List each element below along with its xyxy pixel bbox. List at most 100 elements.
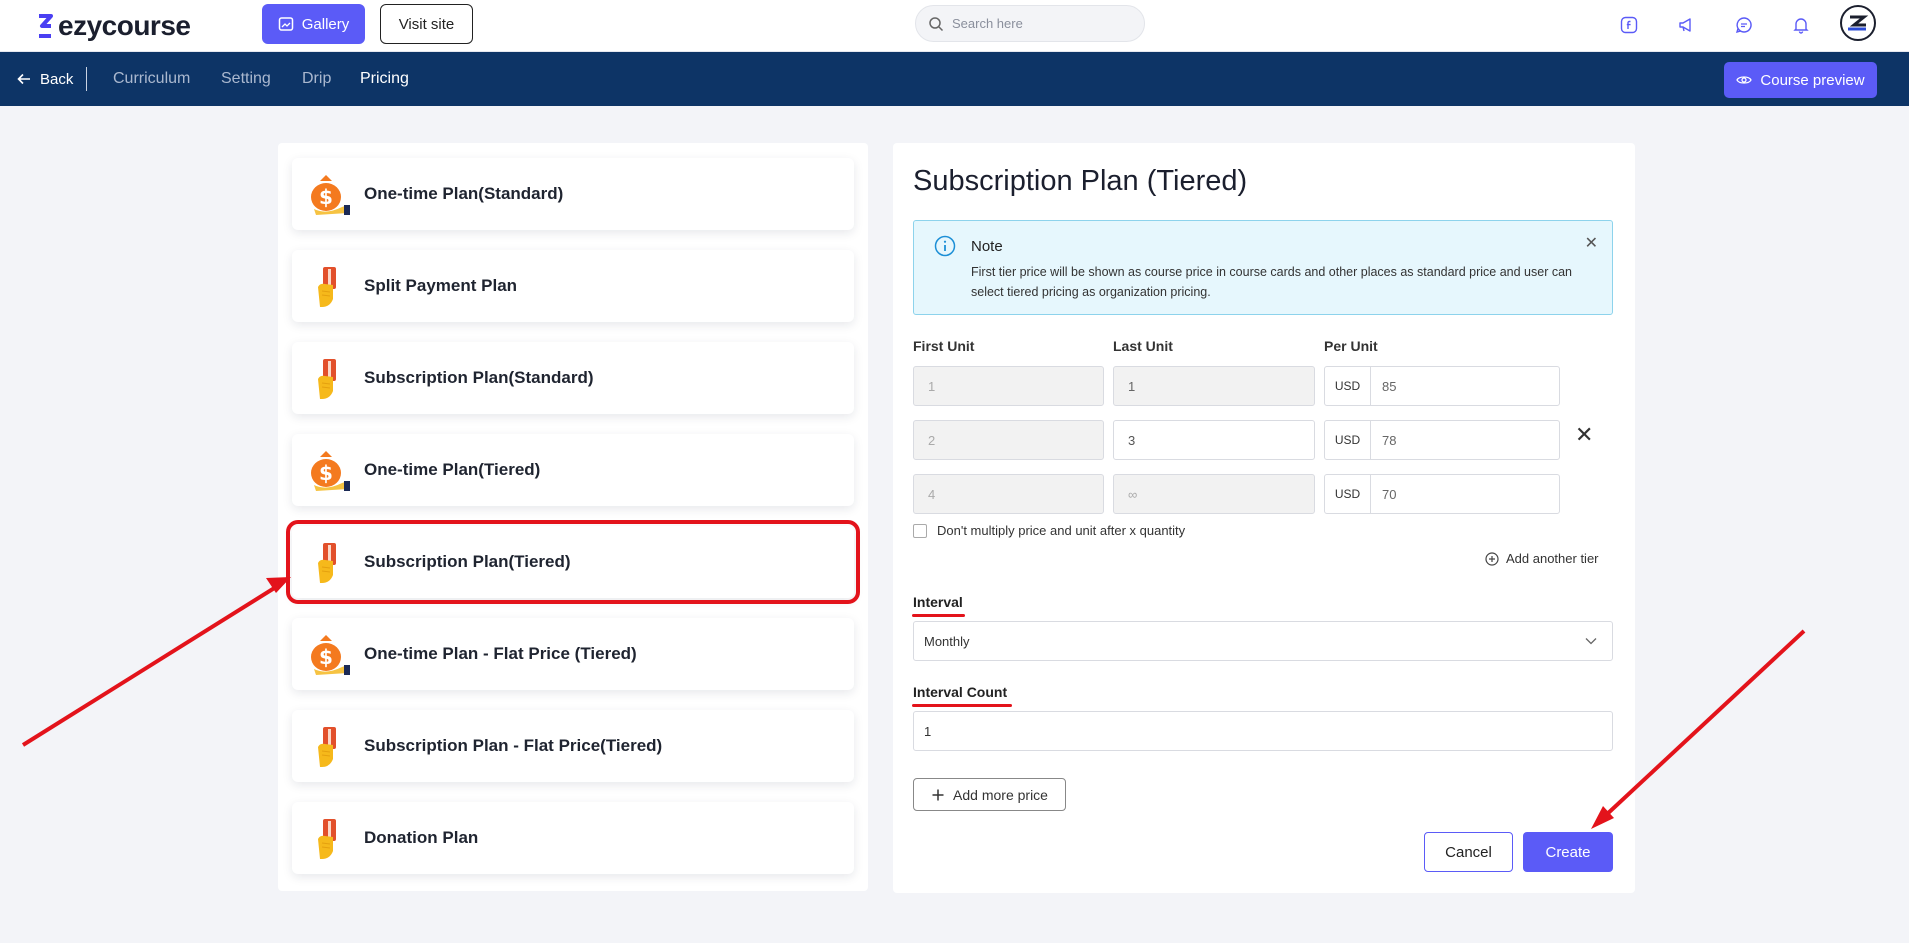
tier-last-unit-field[interactable]: 3	[1113, 420, 1315, 460]
close-icon[interactable]: ✕	[1585, 233, 1598, 253]
interval-count-label: Interval Count	[913, 684, 1008, 700]
avatar[interactable]	[1840, 5, 1876, 41]
plus-circle-icon	[1485, 551, 1499, 566]
add-more-price-button[interactable]: Add more price	[913, 778, 1066, 811]
tier-last-unit-field: ∞	[1113, 474, 1315, 514]
plan-card-one-time-flat-tiered[interactable]: $ One-time Plan - Flat Price (Tiered)	[292, 618, 854, 690]
money-bag-icon: $	[304, 445, 354, 495]
svg-text:$: $	[319, 461, 333, 485]
back-button[interactable]: Back	[16, 52, 73, 106]
price-value[interactable]: 85	[1371, 367, 1559, 405]
interval-underline-annotation	[912, 614, 965, 617]
visit-site-button[interactable]: Visit site	[380, 4, 473, 44]
tier-last-unit-field: 1	[1113, 366, 1315, 406]
course-preview-button[interactable]: Course preview	[1724, 62, 1877, 98]
chevron-down-icon	[1585, 638, 1597, 645]
plan-card-one-time-standard[interactable]: $ One-time Plan(Standard)	[292, 158, 854, 230]
plan-label: Split Payment Plan	[364, 276, 518, 295]
plan-label: Subscription Plan(Tiered)	[364, 552, 571, 571]
last-unit-header: Last Unit	[1113, 338, 1173, 354]
plan-type-list: $ One-time Plan(Standard) Split Payment …	[278, 143, 868, 891]
arrow-left-icon	[17, 73, 30, 85]
price-value[interactable]: 78	[1371, 421, 1559, 459]
create-button[interactable]: Create	[1523, 832, 1613, 872]
interval-label: Interval	[913, 594, 963, 610]
chat-icon[interactable]	[1729, 10, 1759, 40]
plan-card-split-payment[interactable]: Split Payment Plan	[292, 250, 854, 322]
money-bag-icon: $	[304, 629, 354, 679]
no-multiply-option[interactable]: Don't multiply price and unit after x qu…	[913, 523, 1185, 538]
course-nav-bar: Back Curriculum Setting Drip Pricing Cou…	[0, 52, 1909, 106]
svg-text:$: $	[319, 185, 333, 209]
plan-label: One-time Plan - Flat Price (Tiered)	[364, 644, 637, 663]
plan-card-one-time-tiered[interactable]: $ One-time Plan(Tiered)	[292, 434, 854, 506]
interval-count-underline-annotation	[912, 704, 1012, 707]
add-more-price-label: Add more price	[953, 786, 1048, 803]
top-bar: ezycourse Gallery Visit site	[0, 0, 1909, 52]
no-multiply-checkbox[interactable]	[913, 523, 927, 538]
currency-label: USD	[1325, 421, 1371, 459]
tier-first-unit-field: 4	[913, 474, 1104, 514]
course-preview-label: Course preview	[1760, 71, 1865, 89]
note-text: First tier price will be shown as course…	[971, 265, 1572, 299]
no-multiply-label: Don't multiply price and unit after x qu…	[937, 523, 1186, 538]
per-unit-header: Per Unit	[1324, 338, 1378, 354]
tier-price-field[interactable]: USD 70	[1324, 474, 1560, 514]
megaphone-icon[interactable]	[1671, 10, 1701, 40]
logo-mark-icon	[39, 14, 53, 38]
ezycourse-logo[interactable]: ezycourse	[36, 8, 191, 44]
search-input[interactable]	[952, 16, 1122, 31]
tab-setting[interactable]: Setting	[221, 52, 271, 106]
plan-card-subscription-standard[interactable]: Subscription Plan(Standard)	[292, 342, 854, 414]
tier-price-field[interactable]: USD 78	[1324, 420, 1560, 460]
gallery-button[interactable]: Gallery	[262, 4, 365, 44]
form-title: Subscription Plan (Tiered)	[913, 165, 1248, 197]
logo-text: ezycourse	[58, 10, 191, 41]
card-hand-icon	[304, 721, 354, 771]
gallery-icon	[278, 17, 293, 31]
price-value[interactable]: 70	[1371, 475, 1559, 513]
plan-card-subscription-flat-tiered[interactable]: Subscription Plan - Flat Price(Tiered)	[292, 710, 854, 782]
nav-divider	[86, 67, 87, 91]
plan-card-donation[interactable]: Donation Plan	[292, 802, 854, 874]
currency-label: USD	[1325, 367, 1371, 405]
plan-form: Subscription Plan (Tiered) Note First ti…	[893, 143, 1635, 893]
search-box[interactable]	[915, 5, 1145, 42]
interval-select[interactable]: Monthly	[913, 621, 1613, 661]
cancel-button[interactable]: Cancel	[1424, 832, 1513, 872]
currency-label: USD	[1325, 475, 1371, 513]
plan-card-subscription-tiered[interactable]: Subscription Plan(Tiered)	[286, 520, 860, 604]
add-tier-label: Add another tier	[1506, 551, 1599, 566]
plan-label: Subscription Plan - Flat Price(Tiered)	[364, 736, 663, 755]
note-alert: Note First tier price will be shown as c…	[913, 220, 1613, 315]
info-icon	[934, 235, 956, 257]
search-icon	[929, 16, 944, 31]
tab-pricing[interactable]: Pricing	[360, 52, 409, 106]
eye-icon	[1736, 76, 1753, 84]
plan-label: Donation Plan	[364, 828, 479, 847]
tier-first-unit-field: 1	[913, 366, 1104, 406]
card-hand-icon	[304, 537, 354, 587]
card-hand-icon	[304, 353, 354, 403]
interval-count-field[interactable]: 1	[913, 711, 1613, 751]
card-hand-icon	[304, 261, 354, 311]
add-tier-button[interactable]: Add another tier	[1485, 551, 1599, 566]
gallery-label: Gallery	[301, 15, 350, 33]
tab-drip[interactable]: Drip	[302, 52, 331, 106]
arrow-to-selected-plan	[21, 577, 291, 747]
card-hand-icon	[304, 813, 354, 863]
plus-icon	[932, 789, 944, 800]
tier-price-field[interactable]: USD 85	[1324, 366, 1560, 406]
back-label: Back	[40, 70, 74, 88]
avatar-logo-icon	[1848, 15, 1869, 31]
facebook-icon[interactable]	[1614, 10, 1644, 40]
bell-icon[interactable]	[1786, 10, 1816, 40]
interval-value: Monthly	[924, 633, 970, 649]
plan-label: One-time Plan(Standard)	[364, 184, 564, 203]
tab-curriculum[interactable]: Curriculum	[113, 52, 190, 106]
plan-label: Subscription Plan(Standard)	[364, 368, 594, 387]
svg-text:$: $	[319, 645, 333, 669]
note-title: Note	[971, 238, 1003, 255]
money-bag-icon: $	[304, 169, 354, 219]
remove-tier-icon[interactable]: ✕	[1575, 422, 1593, 448]
